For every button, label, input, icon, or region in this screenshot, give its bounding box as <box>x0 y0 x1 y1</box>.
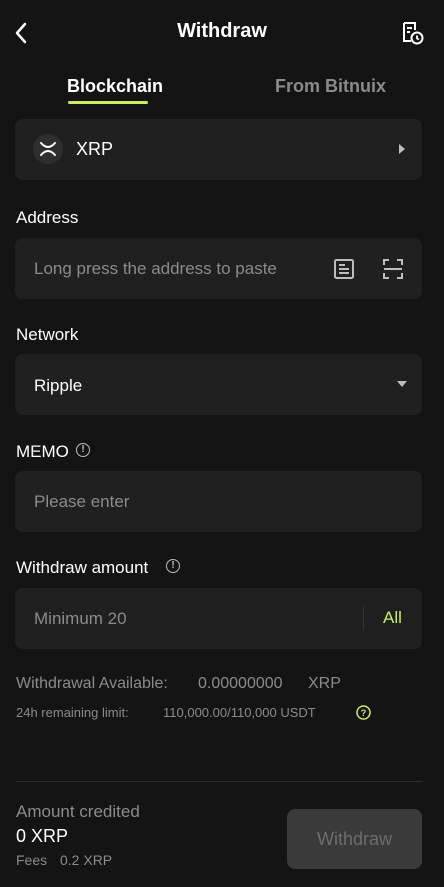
tab-from-bitnuix[interactable]: From Bitnuix <box>275 76 386 97</box>
history-icon <box>403 22 424 45</box>
credited-value: 0 XRP <box>16 826 69 846</box>
available-label: Withdrawal Available: <box>16 675 168 692</box>
limit-value: 110,000.00/110,000 USDT <box>163 705 316 720</box>
withdraw-button[interactable]: Withdraw <box>287 809 422 869</box>
address-label: Address <box>16 208 79 227</box>
amount-label: Withdraw amount <box>16 558 149 577</box>
scan-button[interactable] <box>381 257 405 281</box>
caret-right-icon <box>399 144 405 154</box>
address-book-button[interactable] <box>332 257 356 281</box>
network-value: Ripple <box>34 376 83 395</box>
amount-divider <box>363 606 364 630</box>
all-button[interactable]: All <box>383 608 402 628</box>
amount-input[interactable]: Minimum 20 <box>34 609 127 629</box>
help-icon[interactable]: ? <box>356 705 371 720</box>
fees-value: 0.2 XRP <box>60 852 113 868</box>
svg-text:?: ? <box>361 708 367 718</box>
address-book-icon <box>334 259 354 279</box>
active-tab-indicator <box>68 101 148 104</box>
fees-label: Fees <box>16 852 48 868</box>
tab-blockchain[interactable]: Blockchain <box>67 76 163 97</box>
limit-label: 24h remaining limit: <box>16 705 129 720</box>
footer-divider <box>16 781 422 782</box>
credited-label: Amount credited <box>16 802 140 821</box>
available-unit: XRP <box>308 675 341 692</box>
history-button[interactable] <box>399 20 425 46</box>
network-label: Network <box>16 325 79 344</box>
scan-icon <box>383 259 403 279</box>
available-value: 0.00000000 <box>198 675 283 692</box>
memo-info-icon[interactable]: ! <box>76 443 90 457</box>
address-input[interactable]: Long press the address to paste <box>34 259 277 279</box>
coin-name: XRP <box>76 139 114 159</box>
memo-label: MEMO <box>16 442 69 461</box>
page-title: Withdraw <box>177 20 267 42</box>
memo-input[interactable]: Please enter <box>34 492 129 512</box>
xrp-icon <box>33 134 63 164</box>
caret-down-icon <box>397 381 407 387</box>
amount-info-icon[interactable]: ! <box>166 559 180 573</box>
